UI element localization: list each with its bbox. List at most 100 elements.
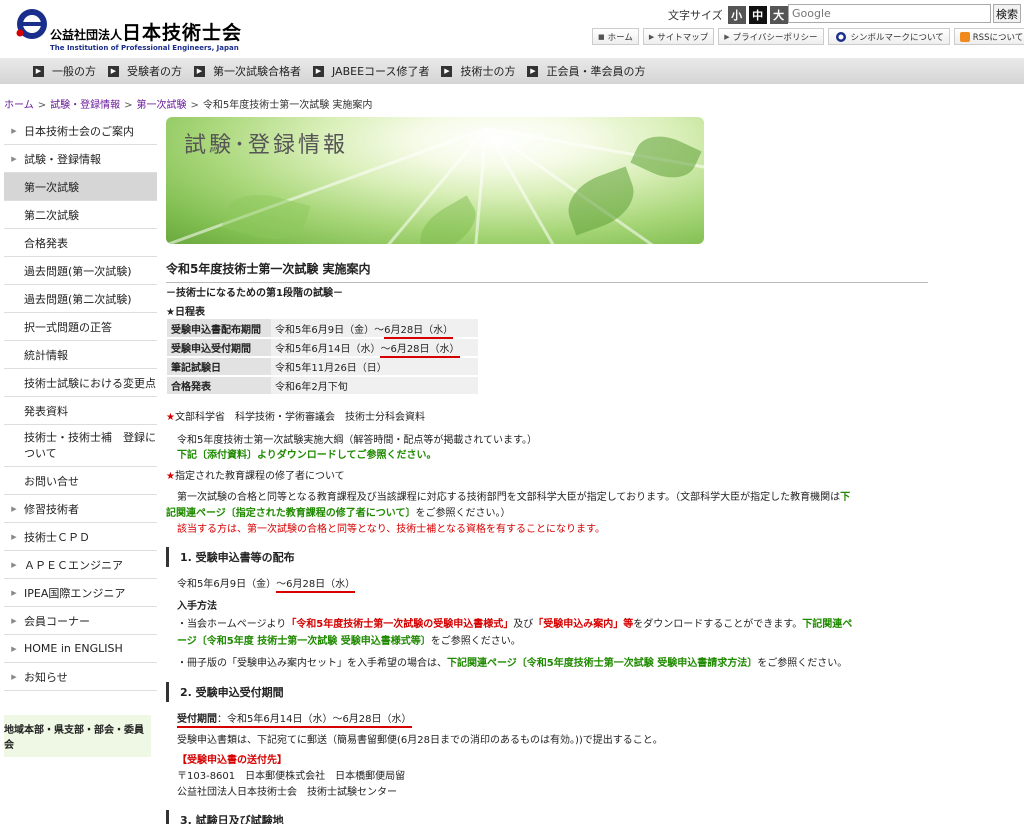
schedule-label-cell: 合格発表 [167,376,271,396]
sidebar-item-english[interactable]: ▶ HOME in ENGLISH [4,635,157,663]
arrow-right-icon: ▶ [194,65,205,77]
font-size-label: 文字サイズ [668,9,723,22]
sidebar-item-first-exam[interactable]: 第一次試験 [4,173,157,201]
privacy-link-label: プライバシーポリシー [732,32,818,43]
section-2-line-1: 受験申込書類は、下記宛てに郵送（簡易書留郵便(6月28日までの消印のあるものは有… [177,735,663,746]
sidebar-item-past-second[interactable]: 過去問題(第二次試験) [4,285,157,313]
section-2-destination-label: 【受験申込書の送付先】 [177,755,287,766]
font-size-medium-button[interactable]: 中 [748,6,767,24]
sidebar-item-label: 択一式問題の正答 [24,320,112,334]
triangle-right-icon: ▶ [11,588,17,597]
sidebar-item-members[interactable]: ▶ 会員コーナー [4,607,157,635]
sitemap-link-label: サイトマップ [657,32,709,43]
breadcrumb-exam-info[interactable]: 試験・登録情報 [50,100,120,111]
gnav-label: 第一次試験合格者 [213,65,301,78]
sidebar-item-past-first[interactable]: 過去問題(第一次試験) [4,257,157,285]
schedule-label-cell: 筆記試験日 [167,357,271,377]
form-related-page-link[interactable]: ージ〔令和5年度 技術士第一次試験 受験申込書様式等〕 [177,636,431,647]
guide-download-link[interactable]: 「受験申込み案内」等 [533,619,633,630]
triangle-right-icon: ▶ [11,616,17,625]
gnav-member[interactable]: ▶ 正会員・準会員の方 [527,63,645,79]
sidebar-item-label: 試験・登録情報 [24,152,101,166]
schedule-value-cell: 令和5年6月9日（金）～6月28日（水） [271,319,478,339]
gnav-first-exam-passer[interactable]: ▶ 第一次試験合格者 [194,63,301,79]
breadcrumb: ホーム > 試験・登録情報 > 第一次試験 > 令和5年度技術士第一次試験 実施案内 [4,100,373,111]
form-download-link[interactable]: 「令和5年度技術士第一次試験の受験申込書様式」 [286,619,513,630]
sidebar-item-second-exam[interactable]: 第二次試験 [4,201,157,229]
sidebar-item-label: 第二次試験 [24,208,79,222]
sitemap-link[interactable]: ▶ サイトマップ [642,28,715,45]
arrow-right-icon: ▶ [648,32,655,41]
sidebar-item-label: IPEA国際エンジニア [24,586,126,600]
sidebar-item-trainee[interactable]: ▶ 修習技術者 [4,495,157,523]
home-link[interactable]: ■ ホーム [592,28,639,45]
section-1-heading: 1. 受験申込書等の配布 [166,547,295,567]
search-button[interactable]: 検索 [993,4,1021,23]
mext-line-1: 令和5年度技術士第一次試験実施大綱（解答時間・配点等が掲載されています。） [177,435,538,446]
sidebar-item-statistics[interactable]: 統計情報 [4,341,157,369]
triangle-right-icon: ▶ [11,154,17,163]
sidebar-item-changes[interactable]: 技術士試験における変更点 [4,369,157,397]
sidebar-item-label: 第一次試験 [24,180,79,194]
sidebar-item-exam-info[interactable]: ▶ 試験・登録情報 [4,145,157,173]
table-row: 合格発表 令和6年2月下旬 [167,376,478,396]
section-2-heading: 2. 受験申込受付期間 [166,682,284,702]
triangle-right-icon: ▶ [11,532,17,541]
schedule-value-cell: 令和5年6月14日（水）～6月28日（水） [271,338,478,358]
edu-related-page-link[interactable]: 記関連ページ〔指定された教育課程の修了者について〕 [166,508,416,519]
sidebar-item-answers[interactable]: 択一式問題の正答 [4,313,157,341]
sidebar-item-registration[interactable]: 技術士・技術士補 登録について [4,425,157,467]
sidebar-item-about[interactable]: ▶ 日本技術士会のご案内 [4,117,157,145]
mext-heading: ★文部科学省 科学技術・学術審議会 技術士分科会資料 [166,412,425,423]
privacy-link[interactable]: ▶ プライバシーポリシー [718,28,824,45]
site-logo[interactable]: 公益社団法人 日本技術士会 The Institution of Profess… [14,6,244,52]
breadcrumb-first-exam[interactable]: 第一次試験 [136,100,186,111]
gnav-label: 一般の方 [52,65,96,78]
sidebar-item-label: 技術士試験における変更点 [24,376,156,390]
sidebar-item-news[interactable]: ▶ お知らせ [4,663,157,691]
regional-branches-banner[interactable]: 地域本部・県支部・部会・委員会 [4,715,151,757]
gnav-jabee[interactable]: ▶ JABEEコース修了者 [313,63,429,79]
sidebar-item-results[interactable]: 合格発表 [4,229,157,257]
font-size-switcher: 文字サイズ 小 中 大 [668,5,788,25]
table-row: 受験申込書配布期間 令和5年6月9日（金）～6月28日（水） [167,319,478,339]
section-1-date: 令和5年6月9日（金）～6月28日（水） [177,575,356,593]
sidebar-item-cpd[interactable]: ▶ 技術士ＣＰＤ [4,523,157,551]
home-link-label: ホーム [607,32,633,43]
star-icon: ★ [166,412,175,423]
page-title: 令和5年度技術士第一次試験 実施案内 [166,260,928,283]
schedule-value-cell: 令和6年2月下旬 [271,376,478,396]
gnav-general[interactable]: ▶ 一般の方 [33,63,96,79]
section-1-bullet-2: ・冊子版の「受験申込み案内セット」を入手希望の場合は、下記関連ページ〔令和5年度… [177,658,848,669]
banner-title: 試験･登録情報 [184,133,349,158]
arrow-right-icon: ▶ [33,65,44,77]
org-english-name: The Institution of Professional Engineer… [50,44,239,52]
breadcrumb-current: 令和5年度技術士第一次試験 実施案内 [202,100,373,111]
sidebar-item-label: 発表資料 [24,404,68,418]
gnav-examinee[interactable]: ▶ 受験者の方 [108,63,182,79]
arrow-right-icon: ▶ [441,65,453,77]
arrow-right-icon: ▶ [108,65,119,77]
utility-links: ■ ホーム ▶ サイトマップ ▶ プライバシーポリシー シンボルマークについて RSS… [592,28,1024,45]
gnav-label: JABEEコース修了者 [332,65,430,78]
font-size-small-button[interactable]: 小 [727,6,746,24]
global-nav: ▶ 一般の方 ▶ 受験者の方 ▶ 第一次試験合格者 ▶ JABEEコース修了者 ▶ 技術士… [0,58,1024,84]
rss-link[interactable]: RSSについて [953,28,1024,45]
mext-download-link[interactable]: 下記〔添付資料〕よりダウンロードしてご参照ください。 [177,446,437,461]
search-input[interactable] [788,4,991,23]
triangle-right-icon: ▶ [11,672,17,681]
schedule-table: 受験申込書配布期間 令和5年6月9日（金）～6月28日（水） 受験申込受付期間 … [167,319,478,396]
sidebar-item-contact[interactable]: お問い合せ [4,467,157,495]
section-3-heading: 3. 試験日及び試験地 [166,810,284,824]
sidebar-item-apec[interactable]: ▶ ＡＰＥＣエンジニア [4,551,157,579]
sidebar-item-press[interactable]: 発表資料 [4,397,157,425]
gnav-engineer[interactable]: ▶ 技術士の方 [441,63,515,79]
sidebar-item-label: 技術士・技術士補 登録について [24,430,156,460]
star-icon: ★ [166,471,175,482]
font-size-large-button[interactable]: 大 [769,6,788,24]
request-method-link[interactable]: 下記関連ページ〔令和5年度技術士第一次試験 受験申込書請求方法〕 [447,658,757,669]
sidebar-item-ipea[interactable]: ▶ IPEA国際エンジニア [4,579,157,607]
sidebar-item-label: HOME in ENGLISH [24,642,123,655]
symbol-mark-link[interactable]: シンボルマークについて [827,28,950,45]
breadcrumb-home[interactable]: ホーム [4,100,34,111]
